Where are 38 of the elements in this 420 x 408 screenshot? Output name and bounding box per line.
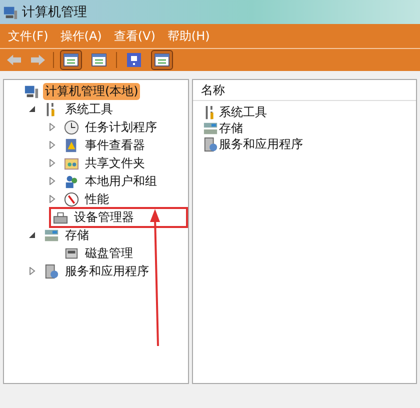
- collapsed-arrow-icon[interactable]: [48, 159, 56, 167]
- tree-item[interactable]: 任务计划程序: [83, 118, 159, 136]
- collapsed-arrow-icon[interactable]: [48, 177, 56, 185]
- tree-item[interactable]: 设备管理器: [72, 208, 136, 226]
- window-title: 计算机管理: [22, 4, 87, 21]
- users-icon: [64, 174, 79, 188]
- tree-item[interactable]: 本地用户和组: [83, 172, 159, 190]
- storage-icon: [44, 228, 59, 242]
- tree-item[interactable]: 系统工具: [63, 100, 115, 118]
- action-pane-button[interactable]: [151, 50, 173, 70]
- tree-item[interactable]: 性能: [83, 190, 111, 208]
- collapsed-arrow-icon[interactable]: [48, 123, 56, 131]
- collapsed-arrow-icon[interactable]: [48, 141, 56, 149]
- tree-item[interactable]: 事件查看器: [83, 136, 147, 154]
- expanded-arrow-icon[interactable]: [28, 105, 36, 113]
- services-icon: [203, 136, 218, 152]
- clock-icon: [64, 120, 79, 134]
- expanded-arrow-icon[interactable]: [28, 231, 36, 239]
- list-item[interactable]: 系统工具: [219, 104, 267, 120]
- list-item[interactable]: 存储: [219, 120, 243, 136]
- tree-item[interactable]: 存储: [63, 226, 91, 244]
- storage-icon: [203, 120, 218, 136]
- gauge-icon: [64, 192, 79, 206]
- collapsed-arrow-icon[interactable]: [48, 195, 56, 203]
- tree-item[interactable]: 服务和应用程序: [63, 262, 151, 280]
- tree-item[interactable]: 磁盘管理: [83, 244, 135, 262]
- services-icon: [44, 264, 59, 278]
- computer-icon: [3, 4, 18, 20]
- column-header[interactable]: 名称: [201, 82, 225, 98]
- list-item[interactable]: 服务和应用程序: [219, 136, 303, 152]
- collapsed-arrow-icon[interactable]: [28, 267, 36, 275]
- computer-icon: [24, 84, 39, 98]
- device-icon: [53, 210, 68, 224]
- tree-item[interactable]: 计算机管理(本地): [43, 82, 140, 100]
- shared-folder-icon: [64, 156, 79, 170]
- tree-item[interactable]: 共享文件夹: [83, 154, 147, 172]
- console-tree-button[interactable]: [60, 50, 82, 70]
- event-log-icon: [64, 138, 79, 152]
